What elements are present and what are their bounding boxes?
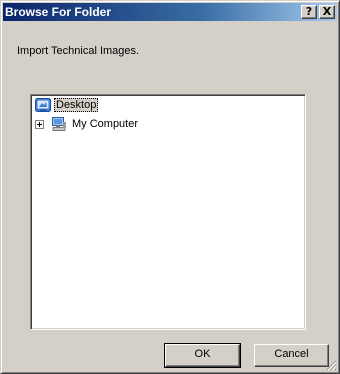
tree-item-desktop[interactable]: Desktop <box>35 97 99 113</box>
tree-item-label: Desktop <box>54 98 99 112</box>
expand-plus-icon[interactable] <box>35 119 44 129</box>
tree-item-label: My Computer <box>72 118 139 130</box>
browse-for-folder-dialog: Browse For Folder ? X Import Technical I… <box>0 0 340 374</box>
resize-grip-icon[interactable] <box>325 359 337 371</box>
close-button[interactable]: X <box>319 5 335 19</box>
tree-item-my-computer[interactable]: My Computer <box>35 116 140 132</box>
folder-tree[interactable]: Desktop My Computer <box>30 94 306 330</box>
cancel-button[interactable]: Cancel <box>254 344 329 367</box>
window-title: Browse For Folder <box>5 5 112 19</box>
computer-icon <box>52 117 66 131</box>
title-bar[interactable]: Browse For Folder ? X <box>3 3 337 21</box>
desktop-icon <box>35 98 51 112</box>
help-button[interactable]: ? <box>301 5 317 19</box>
instruction-text: Import Technical Images. <box>17 45 140 57</box>
ok-button[interactable]: OK <box>164 343 241 368</box>
